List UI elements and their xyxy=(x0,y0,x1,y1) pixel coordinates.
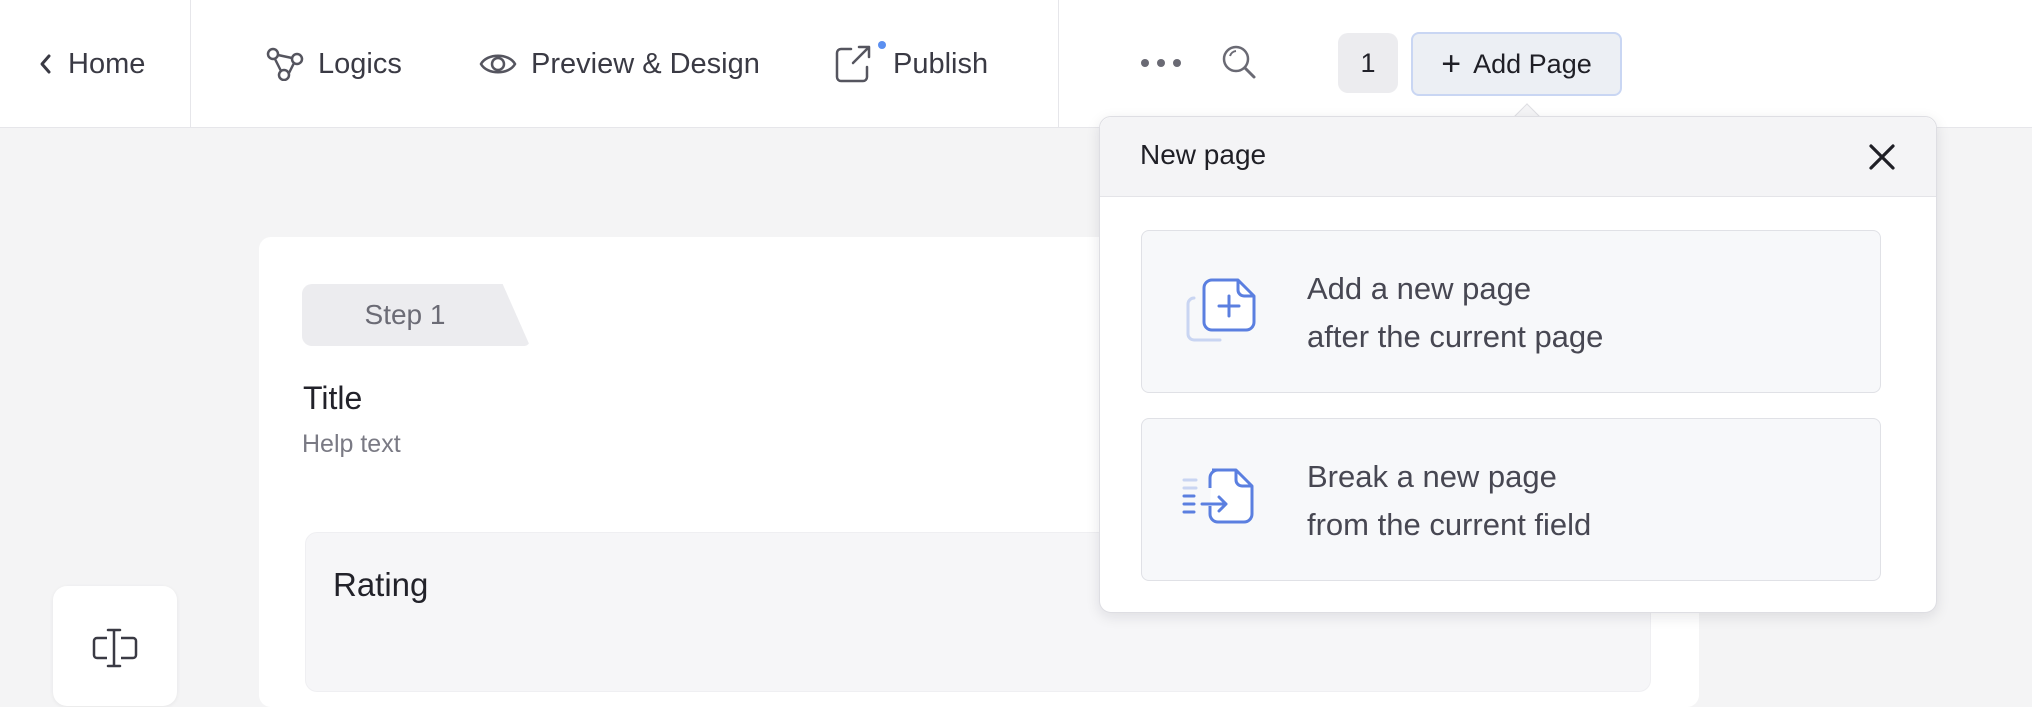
top-toolbar: Home Logics Preview & Design Publish 1 +… xyxy=(0,0,2032,128)
search-icon xyxy=(1220,43,1258,86)
option-subtitle: from the current field xyxy=(1307,507,1592,542)
option-title: Add a new page xyxy=(1307,271,1532,306)
home-button[interactable]: Home xyxy=(38,0,145,128)
preview-design-label: Preview & Design xyxy=(531,47,760,80)
step-tab[interactable]: Step 1 xyxy=(302,284,530,346)
close-icon xyxy=(1866,144,1898,177)
logic-flow-icon xyxy=(266,47,304,81)
add-page-label: Add Page xyxy=(1473,48,1592,79)
home-label: Home xyxy=(68,47,146,80)
option-text: Break a new page from the current field xyxy=(1307,453,1591,549)
toolbar-divider xyxy=(1058,0,1059,128)
logics-button[interactable]: Logics xyxy=(266,0,402,128)
option-text: Add a new page after the current page xyxy=(1307,265,1603,361)
text-cursor-icon xyxy=(91,626,139,675)
new-page-popover: New page Add a new page after the curren… xyxy=(1099,116,1937,613)
plus-icon: + xyxy=(1441,45,1462,83)
notification-dot xyxy=(878,41,886,49)
page-count-button[interactable]: 1 xyxy=(1338,33,1398,93)
ellipsis-icon xyxy=(1140,55,1182,73)
text-field-tool-button[interactable] xyxy=(53,586,177,706)
popover-title: New page xyxy=(1140,139,1267,170)
page-title[interactable]: Title xyxy=(303,380,362,417)
toolbar-divider xyxy=(190,0,191,128)
option-subtitle: after the current page xyxy=(1307,319,1604,354)
add-page-after-option[interactable]: Add a new page after the current page xyxy=(1141,230,1881,393)
logics-label: Logics xyxy=(318,47,402,80)
break-page-icon xyxy=(1182,464,1258,534)
publish-label: Publish xyxy=(893,47,989,80)
publish-button[interactable]: Publish xyxy=(833,0,988,128)
external-link-icon xyxy=(833,41,886,85)
break-page-option[interactable]: Break a new page from the current field xyxy=(1141,418,1881,581)
more-options-button[interactable] xyxy=(1138,40,1184,88)
preview-design-button[interactable]: Preview & Design xyxy=(479,0,760,128)
add-page-icon xyxy=(1182,276,1258,346)
search-button[interactable] xyxy=(1218,40,1260,88)
close-button[interactable] xyxy=(1866,141,1898,173)
add-page-button[interactable]: + Add Page xyxy=(1411,32,1622,96)
option-title: Break a new page xyxy=(1307,459,1557,494)
help-text[interactable]: Help text xyxy=(302,430,401,459)
popover-header: New page xyxy=(1100,117,1936,197)
rating-label: Rating xyxy=(333,566,429,603)
chevron-left-icon xyxy=(38,52,54,76)
eye-icon xyxy=(479,49,517,79)
